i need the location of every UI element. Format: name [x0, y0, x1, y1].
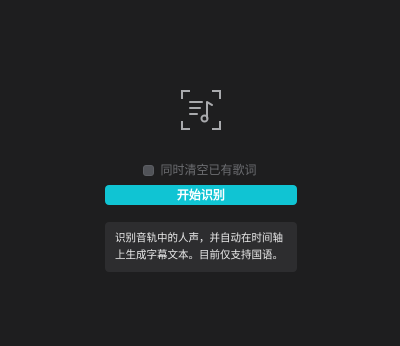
- clear-existing-lyrics-label: 同时清空已有歌词: [160, 163, 257, 177]
- clear-existing-lyrics-checkbox[interactable]: 同时清空已有歌词: [0, 161, 400, 179]
- info-box: 识别音轨中的人声，并自动在时间轴上生成字幕文本。目前仅支持国语。: [105, 222, 297, 272]
- start-recognition-button[interactable]: 开始识别: [105, 185, 297, 205]
- checkbox-box[interactable]: [143, 164, 155, 176]
- info-text: 识别音轨中的人声，并自动在时间轴上生成字幕文本。目前仅支持国语。: [115, 232, 283, 261]
- music-note-scan-icon: [181, 90, 221, 130]
- lyrics-recognition-panel: 同时清空已有歌词 开始识别 识别音轨中的人声，并自动在时间轴上生成字幕文本。目前…: [0, 0, 400, 346]
